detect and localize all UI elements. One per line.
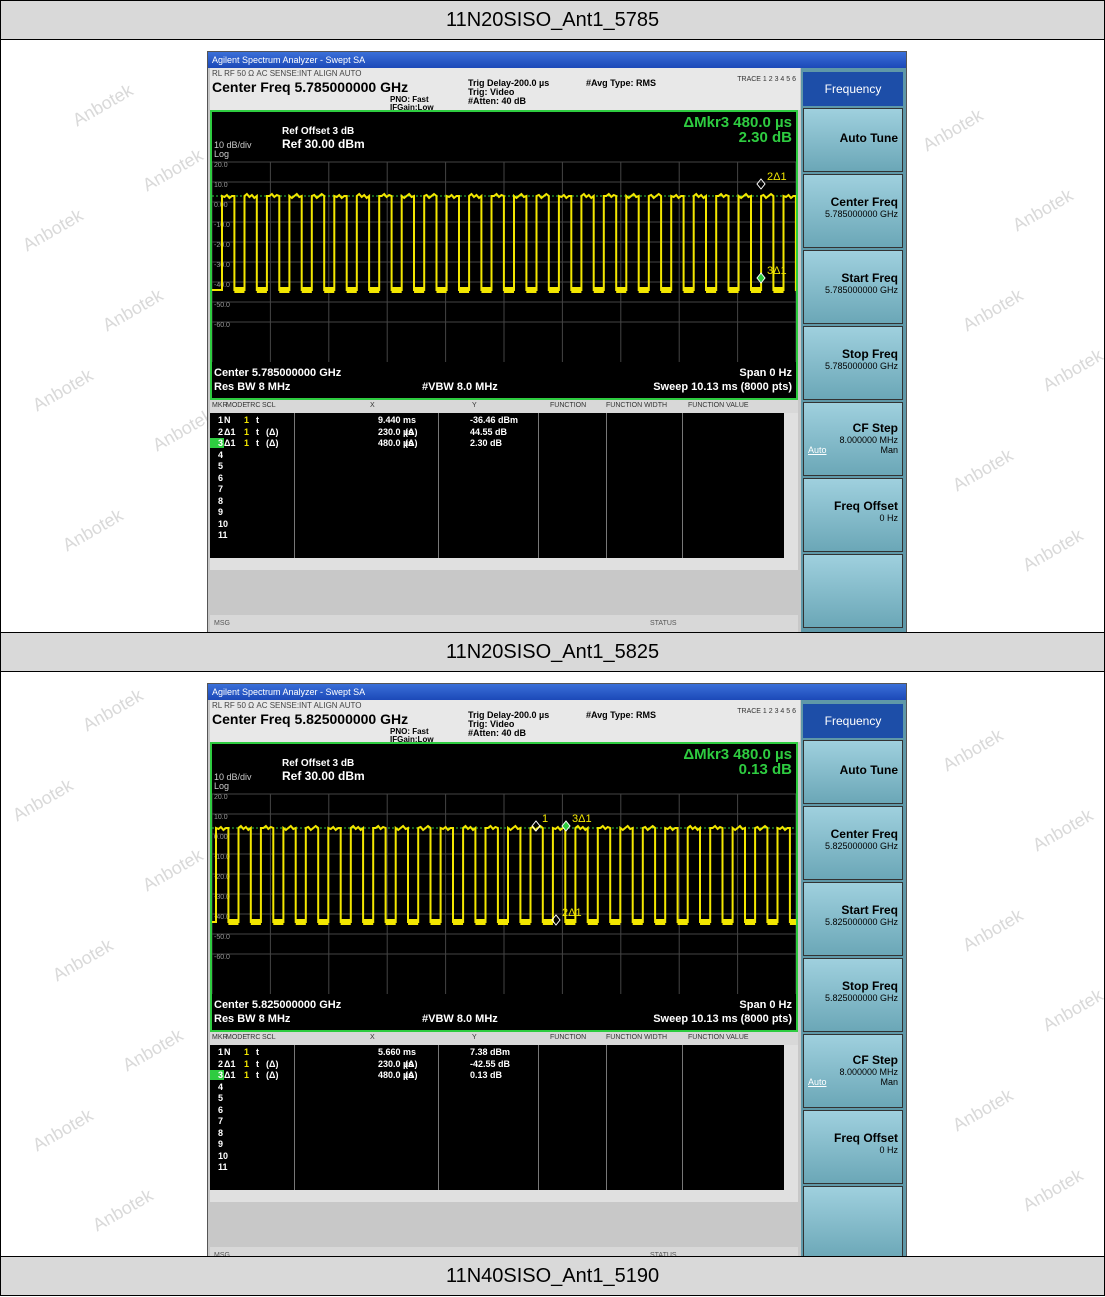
section-header-2: 11N20SISO_Ant1_5825 xyxy=(0,632,1105,672)
section-cell-2 xyxy=(0,672,1105,1256)
section-cell-1 xyxy=(0,40,1105,632)
section-header-1: 11N20SISO_Ant1_5785 xyxy=(0,0,1105,40)
section-header-3: 11N40SISO_Ant1_5190 xyxy=(0,1256,1105,1296)
